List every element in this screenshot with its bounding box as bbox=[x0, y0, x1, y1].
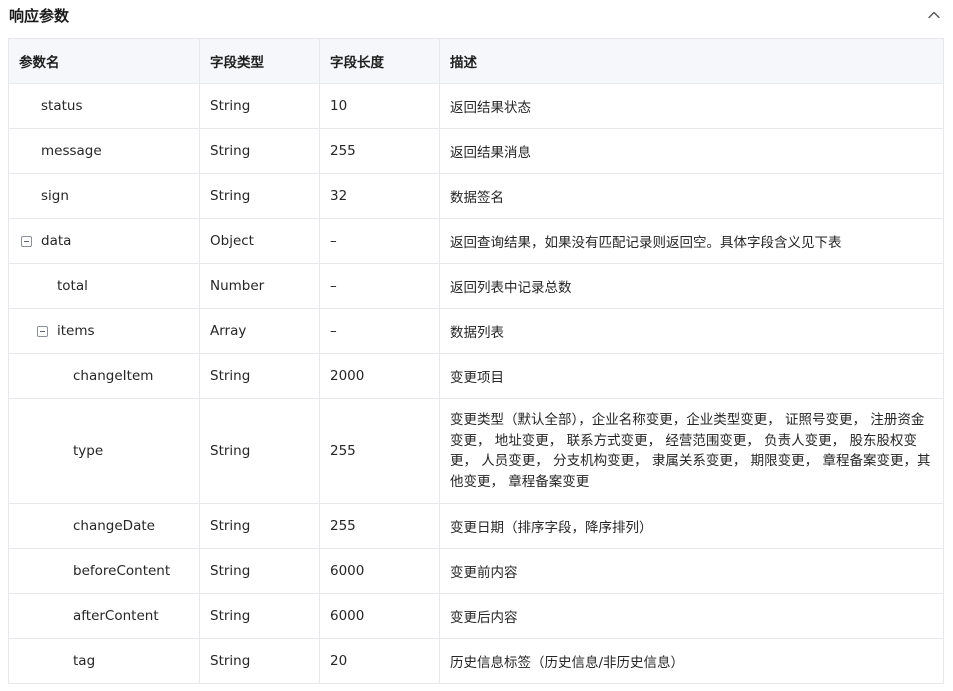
param-name-cell: data bbox=[8, 218, 200, 264]
param-description: 返回结果状态 bbox=[439, 83, 944, 129]
param-type: String bbox=[199, 128, 320, 174]
param-description: 返回查询结果，如果没有匹配记录则返回空。具体字段含义见下表 bbox=[439, 218, 944, 264]
param-length: 255 bbox=[319, 503, 440, 549]
param-name-wrapper: afterContent bbox=[19, 608, 189, 624]
param-name-wrapper: sign bbox=[19, 188, 189, 204]
param-length: 2000 bbox=[319, 353, 440, 399]
table-row: afterContent String 6000 变更后内容 bbox=[8, 593, 944, 639]
table-body: status String 10 返回结果状态 message String 255 返回结果… bbox=[8, 83, 944, 684]
param-name: status bbox=[41, 98, 83, 114]
param-name-wrapper: total bbox=[19, 278, 189, 294]
table-row: total Number – 返回列表中记录总数 bbox=[8, 263, 944, 309]
param-length: – bbox=[319, 263, 440, 309]
param-name: changeItem bbox=[73, 368, 154, 384]
param-description: 变更日期（排序字段，降序排列） bbox=[439, 503, 944, 549]
param-length: 10 bbox=[319, 83, 440, 129]
param-name: items bbox=[57, 323, 95, 339]
param-name-cell: sign bbox=[8, 173, 200, 219]
param-name: data bbox=[41, 233, 72, 249]
param-length: – bbox=[319, 218, 440, 264]
param-name-wrapper: items bbox=[19, 323, 189, 339]
param-type: String bbox=[199, 503, 320, 549]
param-description: 返回列表中记录总数 bbox=[439, 263, 944, 309]
param-name-cell: message bbox=[8, 128, 200, 174]
param-name-cell: status bbox=[8, 83, 200, 129]
param-name-wrapper: changeItem bbox=[19, 368, 189, 384]
param-name-cell: changeDate bbox=[8, 503, 200, 549]
param-name-wrapper: beforeContent bbox=[19, 563, 189, 579]
param-name: sign bbox=[41, 188, 69, 204]
param-description: 变更项目 bbox=[439, 353, 944, 399]
column-header-description: 描述 bbox=[439, 38, 944, 84]
table-row: beforeContent String 6000 变更前内容 bbox=[8, 548, 944, 594]
param-length: 255 bbox=[319, 128, 440, 174]
param-type: Array bbox=[199, 308, 320, 354]
param-name: afterContent bbox=[73, 608, 159, 624]
param-name-wrapper: tag bbox=[19, 653, 189, 669]
param-name-wrapper: data bbox=[19, 233, 189, 249]
param-length: 255 bbox=[319, 398, 440, 504]
param-name-wrapper: changeDate bbox=[19, 518, 189, 534]
table-row: sign String 32 数据签名 bbox=[8, 173, 944, 219]
section-header: 响应参数 bbox=[0, 0, 953, 38]
table-row: type String 255 变更类型（默认全部），企业名称变更，企业类型变更， 证… bbox=[8, 398, 944, 504]
collapse-toggle-icon[interactable] bbox=[21, 235, 32, 247]
param-name-cell: type bbox=[8, 398, 200, 504]
param-type: String bbox=[199, 638, 320, 684]
param-description: 变更后内容 bbox=[439, 593, 944, 639]
param-type: String bbox=[199, 173, 320, 219]
param-description: 数据签名 bbox=[439, 173, 944, 219]
param-name-cell: total bbox=[8, 263, 200, 309]
table-row: data Object – 返回查询结果，如果没有匹配记录则返回空。具体字段含义见下表 bbox=[8, 218, 944, 264]
response-params-table: 参数名 字段类型 字段长度 描述 status String 10 返回结果状态 mes… bbox=[8, 38, 944, 684]
table-header-row: 参数名 字段类型 字段长度 描述 bbox=[8, 38, 944, 84]
param-type: Number bbox=[199, 263, 320, 309]
section-title: 响应参数 bbox=[9, 7, 70, 25]
column-header-type: 字段类型 bbox=[199, 38, 320, 84]
param-name-cell: changeItem bbox=[8, 353, 200, 399]
param-name: total bbox=[57, 278, 88, 294]
param-name: tag bbox=[73, 653, 96, 669]
table-row: items Array – 数据列表 bbox=[8, 308, 944, 354]
param-name: message bbox=[41, 143, 102, 159]
collapse-toggle-icon[interactable] bbox=[37, 325, 48, 337]
param-name: type bbox=[73, 442, 104, 459]
param-type: String bbox=[199, 593, 320, 639]
param-type: String bbox=[199, 83, 320, 129]
param-name-wrapper: status bbox=[19, 98, 189, 114]
param-name-wrapper: message bbox=[19, 143, 189, 159]
param-description: 返回结果消息 bbox=[439, 128, 944, 174]
table-row: status String 10 返回结果状态 bbox=[8, 83, 944, 129]
param-length: 6000 bbox=[319, 593, 440, 639]
column-header-name: 参数名 bbox=[8, 38, 200, 84]
param-name-cell: afterContent bbox=[8, 593, 200, 639]
param-length: 20 bbox=[319, 638, 440, 684]
table-row: changeItem String 2000 变更项目 bbox=[8, 353, 944, 399]
param-length: 32 bbox=[319, 173, 440, 219]
response-params-table-wrapper: 参数名 字段类型 字段长度 描述 status String 10 返回结果状态 mes… bbox=[8, 38, 944, 684]
param-description: 数据列表 bbox=[439, 308, 944, 354]
chevron-up-icon[interactable] bbox=[927, 8, 941, 22]
param-description: 变更类型（默认全部），企业名称变更，企业类型变更， 证照号变更， 注册资金变更，… bbox=[439, 398, 944, 504]
param-length: – bbox=[319, 308, 440, 354]
column-header-length: 字段长度 bbox=[319, 38, 440, 84]
table-row: tag String 20 历史信息标签（历史信息/非历史信息） bbox=[8, 638, 944, 684]
param-description: 历史信息标签（历史信息/非历史信息） bbox=[439, 638, 944, 684]
param-name-wrapper: type bbox=[19, 441, 189, 462]
param-type: String bbox=[199, 548, 320, 594]
param-name: beforeContent bbox=[73, 563, 171, 579]
param-name-cell: tag bbox=[8, 638, 200, 684]
param-type: String bbox=[199, 398, 320, 504]
param-name-cell: beforeContent bbox=[8, 548, 200, 594]
param-name: changeDate bbox=[73, 518, 155, 534]
table-row: changeDate String 255 变更日期（排序字段，降序排列） bbox=[8, 503, 944, 549]
table-row: message String 255 返回结果消息 bbox=[8, 128, 944, 174]
param-type: Object bbox=[199, 218, 320, 264]
param-description: 变更前内容 bbox=[439, 548, 944, 594]
param-name-cell: items bbox=[8, 308, 200, 354]
param-length: 6000 bbox=[319, 548, 440, 594]
param-type: String bbox=[199, 353, 320, 399]
